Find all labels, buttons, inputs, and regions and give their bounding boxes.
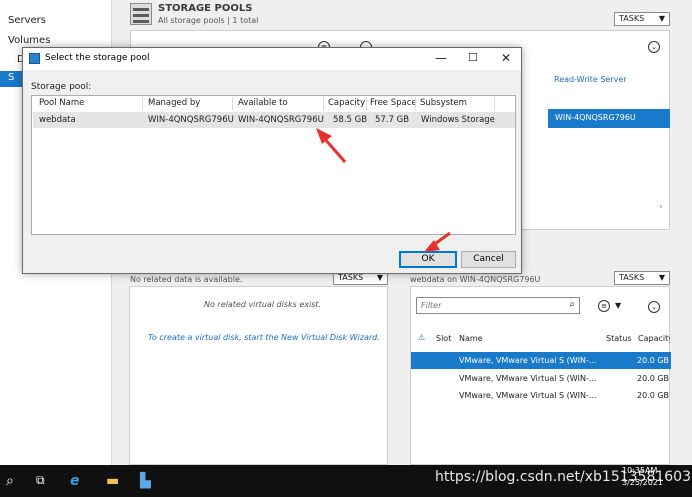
annotation-arrow-ok (424, 231, 451, 252)
search-icon[interactable]: ⌕ (6, 473, 14, 489)
server-manager-taskbar-icon[interactable]: ▙ (140, 473, 151, 489)
task-view-icon[interactable]: ⧉ (36, 473, 45, 488)
annotation-arrow-row (316, 128, 347, 163)
clock-time[interactable]: 10:35AM (622, 466, 657, 475)
internet-explorer-icon[interactable]: e (70, 473, 80, 489)
annotation-arrows (316, 128, 451, 252)
clock-date[interactable]: 3/25/2021 (622, 478, 663, 487)
file-explorer-icon[interactable]: ▬ (106, 473, 119, 489)
